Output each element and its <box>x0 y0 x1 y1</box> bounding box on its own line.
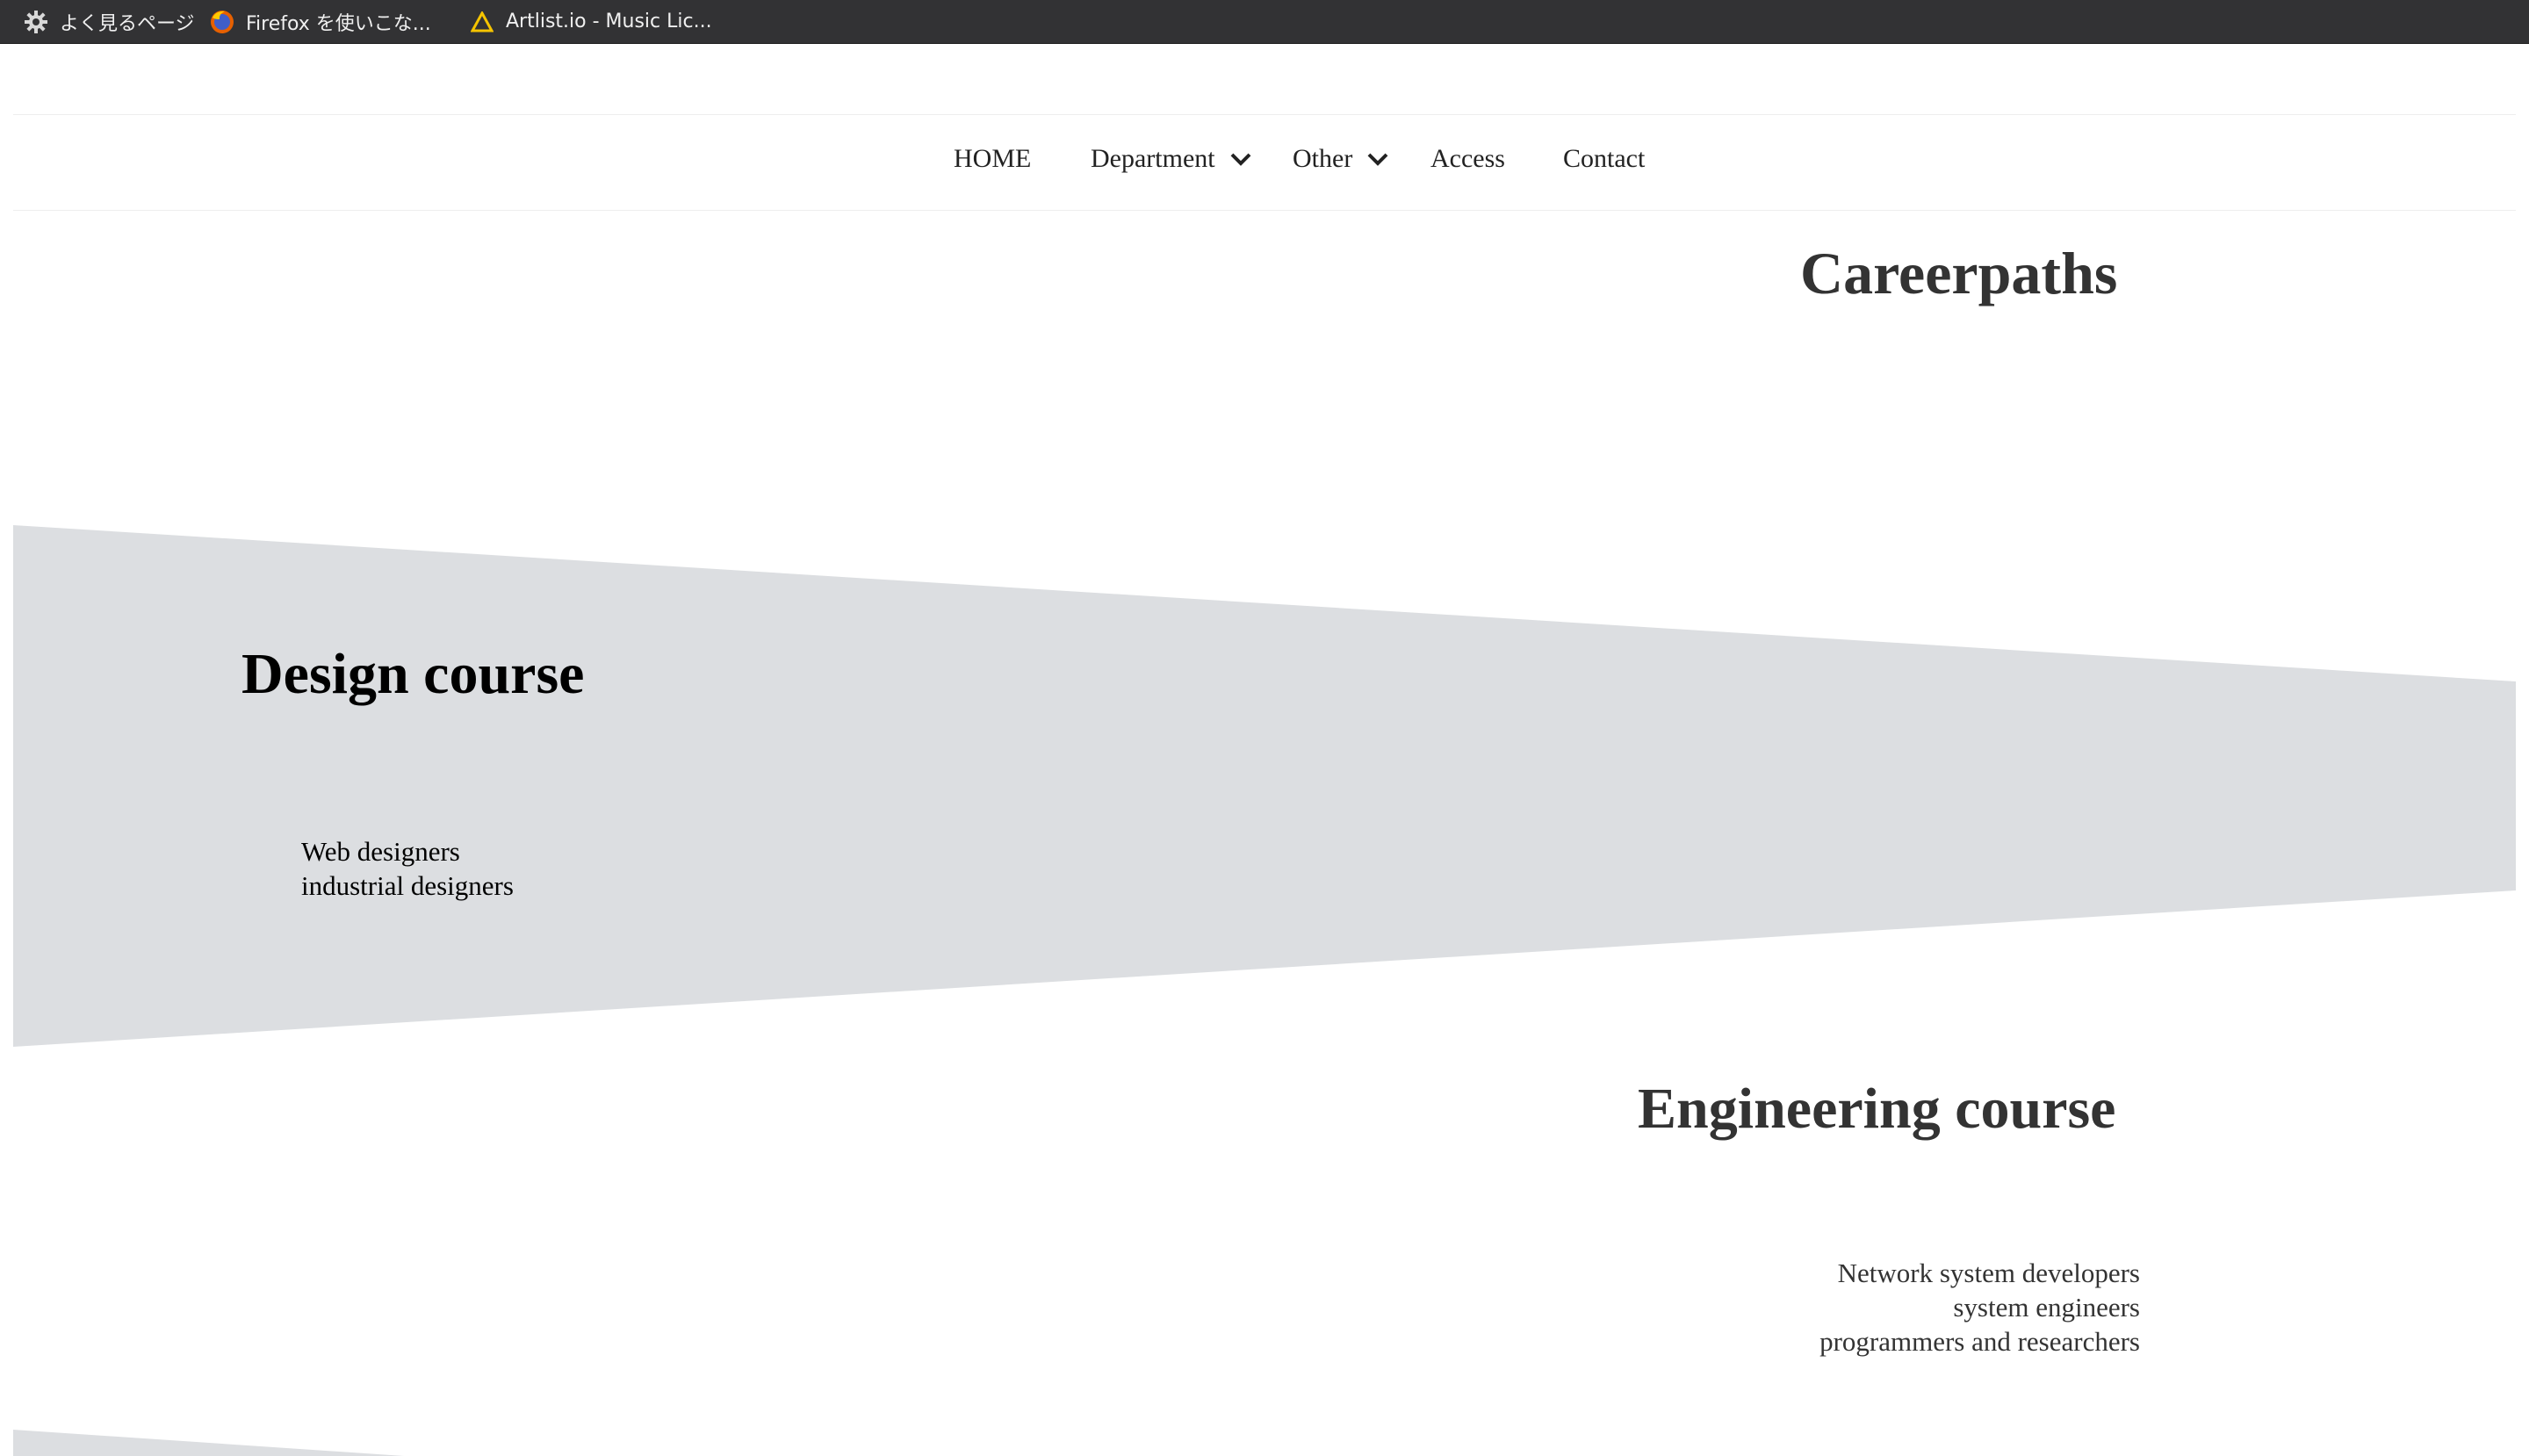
nav-label: Contact <box>1563 144 1646 173</box>
page-title: Careerpaths <box>1800 240 2118 306</box>
design-course-band <box>13 525 2516 1047</box>
nav-other[interactable]: Other <box>1293 144 1389 174</box>
career-item: Web designers <box>301 836 460 867</box>
firefox-icon <box>209 9 235 35</box>
bookmark-most-visited[interactable]: よく見るページ <box>23 8 195 36</box>
design-course-careers: Web designers industrial designers <box>301 834 514 903</box>
bookmarks-toolbar: よく見るページ Firefox を使いこな... Artlist.io - Mu… <box>0 0 2529 44</box>
career-item: system engineers <box>1953 1292 2140 1323</box>
chevron-down-icon <box>1367 153 1388 166</box>
main-nav: HOME Department Other Access Contact <box>0 123 2529 202</box>
next-course-band <box>13 1430 404 1456</box>
design-course-title: Design course <box>241 642 585 706</box>
nav-contact[interactable]: Contact <box>1563 144 1645 174</box>
bookmark-artlist[interactable]: Artlist.io - Music Lic... <box>469 9 712 35</box>
bookmark-label: よく見るページ <box>60 12 195 35</box>
bookmark-label: Firefox を使いこな... <box>246 12 431 35</box>
gear-icon <box>23 9 49 35</box>
artlist-icon <box>469 9 495 35</box>
nav-label: Other <box>1293 144 1353 173</box>
header-divider-bottom <box>13 210 2516 211</box>
nav-label: Access <box>1430 144 1505 173</box>
engineering-course-title: Engineering course <box>1638 1077 2116 1141</box>
bookmark-label: Artlist.io - Music Lic... <box>506 11 712 32</box>
nav-home[interactable]: HOME <box>954 144 1031 174</box>
career-item: industrial designers <box>301 870 514 901</box>
career-item: programmers and researchers <box>1819 1326 2140 1357</box>
career-item: Network system developers <box>1837 1258 2140 1288</box>
nav-label: HOME <box>954 144 1032 173</box>
bookmark-firefox-tips[interactable]: Firefox を使いこな... <box>209 8 431 36</box>
engineering-course-careers: Network system developers system enginee… <box>1819 1256 2140 1359</box>
chevron-down-icon <box>1230 153 1251 166</box>
nav-label: Department <box>1091 144 1215 173</box>
nav-department[interactable]: Department <box>1091 144 1252 174</box>
nav-access[interactable]: Access <box>1430 144 1505 174</box>
header-divider-top <box>13 114 2516 115</box>
